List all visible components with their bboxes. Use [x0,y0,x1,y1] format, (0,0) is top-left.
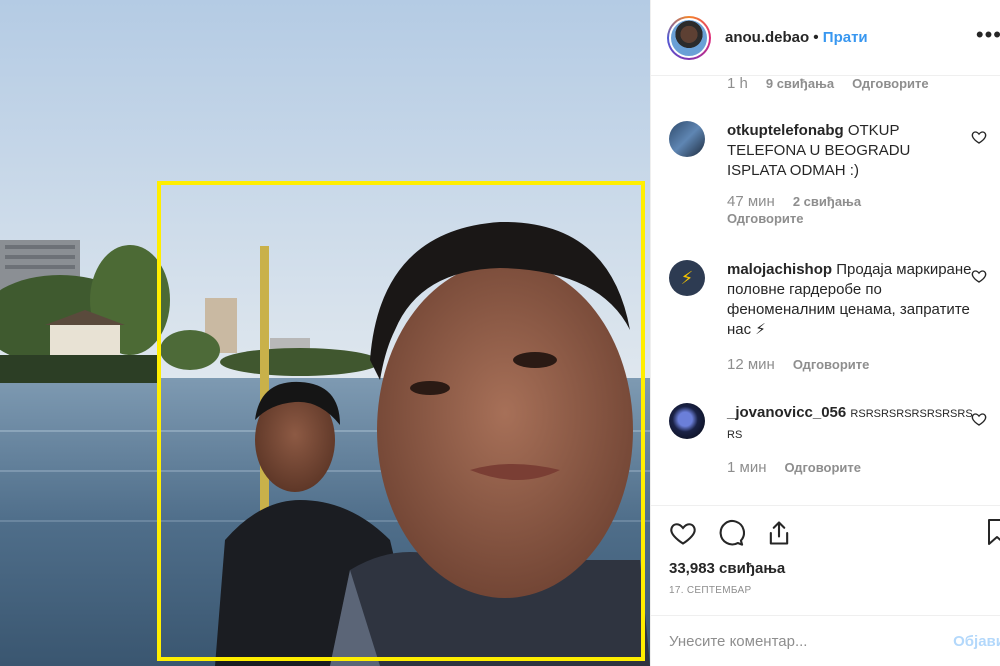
comment-time: 47 мин [727,193,775,210]
like-count[interactable]: 33,983 свиђања [669,560,983,577]
post-side-panel: anou.debao • Прати ••• 1 h 9 свиђања Одг… [650,0,1000,666]
comment-meta: 12 мин Одговорите [727,356,989,373]
bookmark-icon[interactable] [985,518,1000,546]
comment-likes[interactable]: 9 свиђања [766,77,834,91]
author-username[interactable]: anou.debao [725,29,809,46]
separator-dot: • [813,28,819,46]
comment-item: ⚡ malojachishop Продаја маркиране половн… [669,260,989,373]
comment-time: 1 h [727,77,748,92]
author-avatar[interactable] [667,15,711,60]
comment-time: 12 мин [727,356,775,373]
comment-time: 1 мин [727,459,767,476]
action-icons [669,518,983,548]
comment-bubble-icon[interactable] [717,519,745,547]
commenter-username[interactable]: otkuptelefonabg [727,122,844,139]
photo-scene [0,0,650,666]
commenter-avatar[interactable] [669,121,705,157]
comment-like-heart-icon[interactable] [971,268,987,284]
comment-meta: 1 мин Одговорите [727,459,989,476]
like-heart-icon[interactable] [669,519,697,547]
commenter-avatar[interactable]: ⚡ [669,260,705,296]
more-dots-icon[interactable]: ••• [976,24,1000,46]
commenter-username[interactable]: _jovanovicc_056 [727,404,846,421]
commenter-username[interactable]: malojachishop [727,261,832,278]
comment-likes[interactable]: 2 свиђања [793,194,861,209]
comment-input[interactable] [669,632,939,650]
comment-item: _jovanovicc_056 RSRSRSRSRSRSRSRS RS 1 ми… [669,403,989,476]
post-actions: 33,983 свиђања 17. септембар [651,505,1000,596]
reply-button[interactable]: Одговорите [852,77,929,91]
comment-form: Објави [651,615,1000,666]
comment-like-heart-icon[interactable] [971,411,987,427]
caption-meta: 1 h 9 свиђања Одговорите [727,77,929,92]
commenter-avatar[interactable] [669,403,705,439]
post-comment-button[interactable]: Објави [953,633,1000,650]
comment-meta: 47 мин 2 свиђања [727,193,989,210]
comment-item: otkuptelefonabg OTKUP TELEFONA U BEOGRAD… [669,121,989,226]
post-photo[interactable] [0,0,650,666]
comment-like-heart-icon[interactable] [971,129,987,145]
comments-list[interactable]: 1 h 9 свиђања Одговорите otkuptelefonabg… [651,77,1000,505]
reply-button[interactable]: Одговорите [785,460,862,475]
follow-button[interactable]: Прати [823,29,868,46]
post-date: 17. септембар [669,585,752,596]
reply-button[interactable]: Одговорите [727,211,804,226]
share-icon[interactable] [765,519,793,547]
comment-meta-reply: Одговорите [727,211,989,226]
post-header: anou.debao • Прати ••• [651,0,1000,76]
reply-button[interactable]: Одговорите [793,357,870,372]
